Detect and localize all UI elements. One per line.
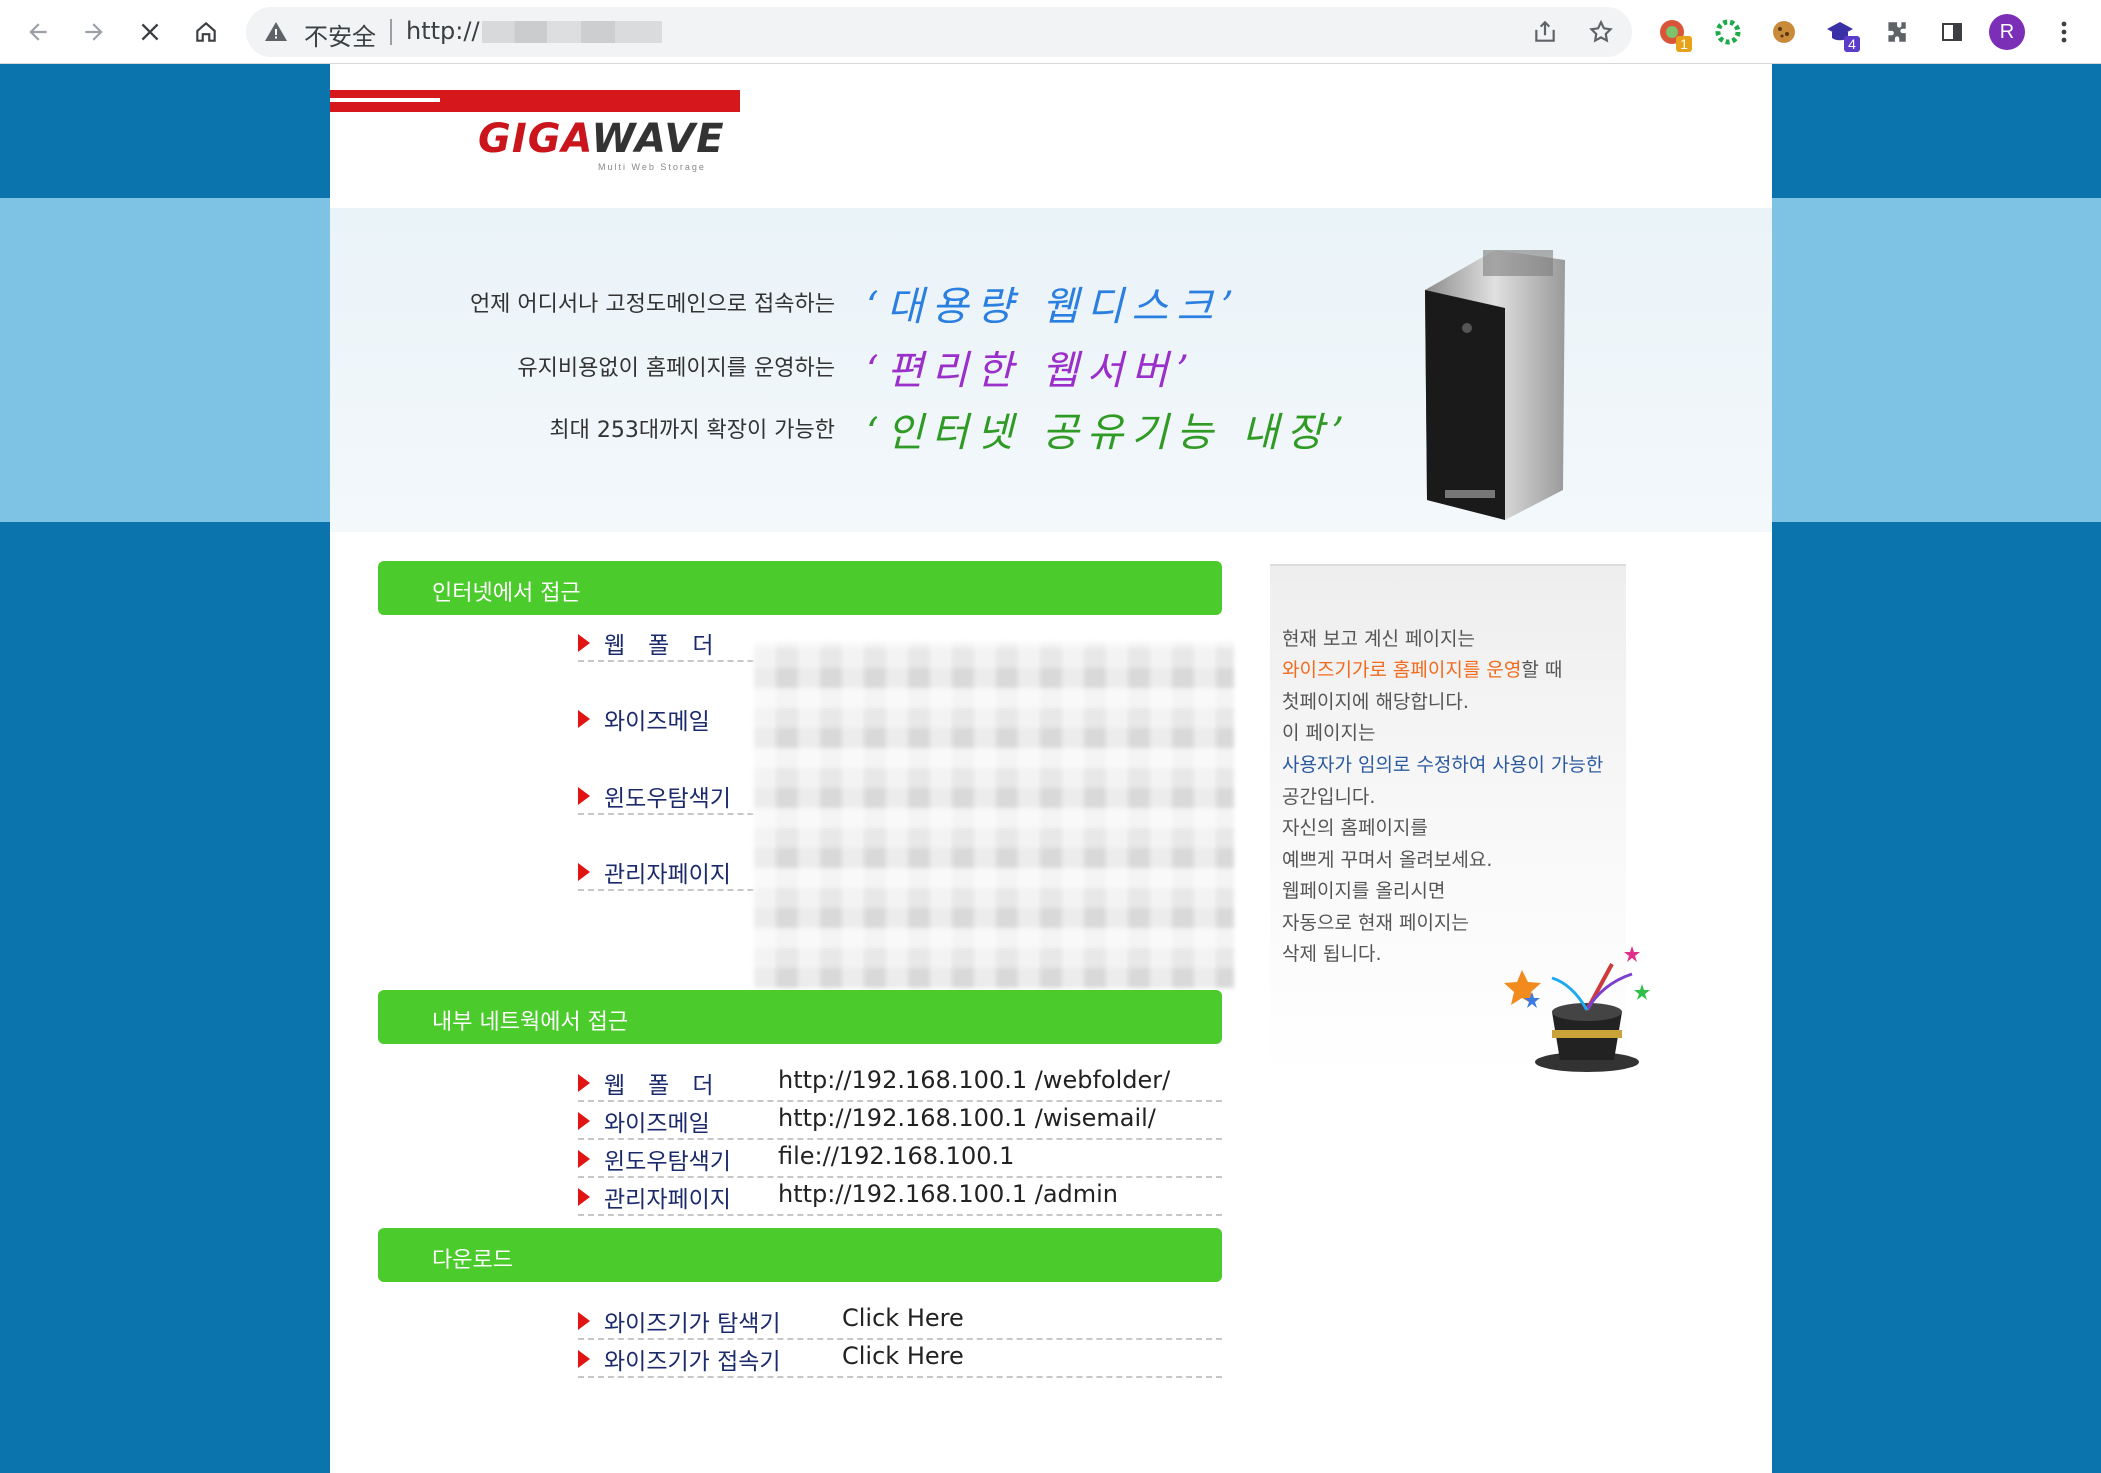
- notice-box: 현재 보고 계신 페이지는 와이즈기가로 홈페이지를 운영할 때 첫페이지에 해…: [1270, 564, 1650, 1076]
- forward-button[interactable]: [74, 12, 114, 52]
- arrow-icon: [578, 634, 590, 652]
- arrow-icon: [578, 1188, 590, 1206]
- list-item[interactable]: 웹 폴 더 http://192.168.100.1 /webfolder/: [578, 1062, 1222, 1102]
- notice-text: 삭제 됩니다.: [1282, 943, 1382, 965]
- list-item[interactable]: 관리자페이지 http://192.168.100.1 /admin: [578, 1176, 1222, 1216]
- puzzle-icon: [1888, 22, 1906, 42]
- notice-text: 사용자가 임의로 수정하여 사용이 가능한: [1282, 754, 1604, 776]
- link-url[interactable]: http://192.168.100.1 /admin: [778, 1180, 1118, 1208]
- promo-banner: 언제 어디서나 고정도메인으로 접속하는 ‘대용량 웹디스크’ 유지비용없이 홈…: [330, 208, 1772, 532]
- magic-hat-icon: [1504, 946, 1650, 1072]
- header: GIGAWAVE Multi Web Storage: [330, 64, 1772, 210]
- arrow-icon: [578, 787, 590, 805]
- arrow-icon: [578, 1112, 590, 1130]
- download-link[interactable]: Click Here: [842, 1304, 964, 1332]
- extension-1[interactable]: 1: [1656, 16, 1692, 52]
- url-text[interactable]: http://: [406, 17, 480, 45]
- list-item[interactable]: 와이즈기가 탐색기 Click Here: [578, 1300, 1222, 1340]
- link-url[interactable]: http://192.168.100.1 /wisemail/: [778, 1104, 1156, 1132]
- logo: GIGAWAVE: [478, 116, 725, 162]
- section-header-internal: 내부 네트웍에서 접근: [378, 990, 1222, 1044]
- notice-text: 예쁘게 꾸며서 올려보세요.: [1282, 849, 1493, 871]
- back-icon: [29, 23, 47, 41]
- arrow-icon: [578, 1150, 590, 1168]
- logo-stripe: [330, 90, 740, 112]
- extension-badge: 4: [1844, 36, 1860, 52]
- sidepanel-icon: [1942, 23, 1962, 41]
- browser-toolbar: 不安全 http:// 1 4 R: [0, 0, 2101, 64]
- back-button[interactable]: [18, 12, 58, 52]
- arrow-icon: [578, 710, 590, 728]
- redacted-host: [482, 21, 662, 43]
- arrow-icon: [578, 1312, 590, 1330]
- arrow-icon: [578, 1350, 590, 1368]
- list-item[interactable]: 윈도우탐색기 file://192.168.100.1: [578, 1138, 1222, 1178]
- banner-label: 최대 253대까지 확장이 가능한: [549, 418, 835, 443]
- banner-row: 유지비용없이 홈페이지를 운영하는 ‘편리한 웹서버’: [390, 342, 1390, 394]
- browser-menu-button[interactable]: [2048, 16, 2080, 48]
- notice-text: 자동으로 현재 페이지는: [1282, 912, 1469, 934]
- link-url[interactable]: http://192.168.100.1 /webfolder/: [778, 1066, 1170, 1094]
- banner-label: 언제 어디서나 고정도메인으로 접속하는: [469, 292, 835, 317]
- redacted-addresses: [754, 642, 1234, 988]
- notice-text: 이 페이지는: [1282, 722, 1376, 744]
- notice-text: 자신의 홈페이지를: [1282, 817, 1428, 839]
- side-panel-button[interactable]: [1936, 16, 1968, 48]
- stop-button[interactable]: [130, 12, 170, 52]
- logo-subtitle: Multi Web Storage: [598, 162, 706, 172]
- notice-text: 공간입니다.: [1282, 786, 1376, 808]
- notice-text: 현재 보고 계신 페이지는: [1282, 628, 1475, 650]
- banner-row: 언제 어디서나 고정도메인으로 접속하는 ‘대용량 웹디스크’: [390, 278, 1390, 330]
- content-panel: GIGAWAVE Multi Web Storage 언제 어디서나 고정도메인…: [330, 64, 1772, 1473]
- extensions-button[interactable]: [1880, 16, 1912, 48]
- share-icon[interactable]: [1532, 19, 1558, 45]
- extension-badge: 1: [1676, 36, 1692, 52]
- section-header-download: 다운로드: [378, 1228, 1222, 1282]
- star-icon[interactable]: [1588, 19, 1614, 45]
- section-header-internet: 인터넷에서 접근: [378, 561, 1222, 615]
- banner-headline: ‘인터넷 공유기능 내장’: [866, 410, 1353, 456]
- extension-2[interactable]: [1712, 16, 1744, 48]
- storage-device-image: [1425, 250, 1565, 520]
- forward-icon: [85, 23, 103, 41]
- notice-text: 와이즈기가로 홈페이지를 운영할 때: [1282, 659, 1563, 681]
- download-link[interactable]: Click Here: [842, 1342, 964, 1370]
- arrow-icon: [578, 863, 590, 881]
- divider: [390, 19, 392, 45]
- profile-avatar[interactable]: R: [1989, 14, 2025, 50]
- extension-4[interactable]: 4: [1824, 16, 1860, 52]
- warning-icon: [265, 22, 287, 41]
- banner-headline: ‘대용량 웹디스크’: [866, 284, 1242, 330]
- banner-label: 유지비용없이 홈페이지를 운영하는: [517, 356, 835, 381]
- notice-text: 첫페이지에 해당합니다.: [1282, 691, 1469, 713]
- extension-3[interactable]: [1768, 16, 1800, 48]
- banner-headline: ‘편리한 웹서버’: [866, 348, 1197, 394]
- arrow-icon: [578, 1074, 590, 1092]
- link-url[interactable]: file://192.168.100.1: [778, 1142, 1014, 1170]
- list-item[interactable]: 와이즈메일 http://192.168.100.1 /wisemail/: [578, 1100, 1222, 1140]
- notice-text: 웹페이지를 올리시면: [1282, 880, 1446, 902]
- stop-icon: [141, 23, 159, 41]
- banner-row: 최대 253대까지 확장이 가능한 ‘인터넷 공유기능 내장’: [390, 404, 1390, 456]
- menu-icon: [2061, 21, 2067, 43]
- address-bar[interactable]: 不安全 http://: [246, 7, 1632, 57]
- home-icon: [196, 21, 216, 42]
- list-item[interactable]: 와이즈기가 접속기 Click Here: [578, 1338, 1222, 1378]
- security-label[interactable]: 不安全: [304, 17, 376, 52]
- cookie-icon: [1773, 21, 1795, 43]
- gear-icon: [1715, 19, 1741, 45]
- home-button[interactable]: [186, 12, 226, 52]
